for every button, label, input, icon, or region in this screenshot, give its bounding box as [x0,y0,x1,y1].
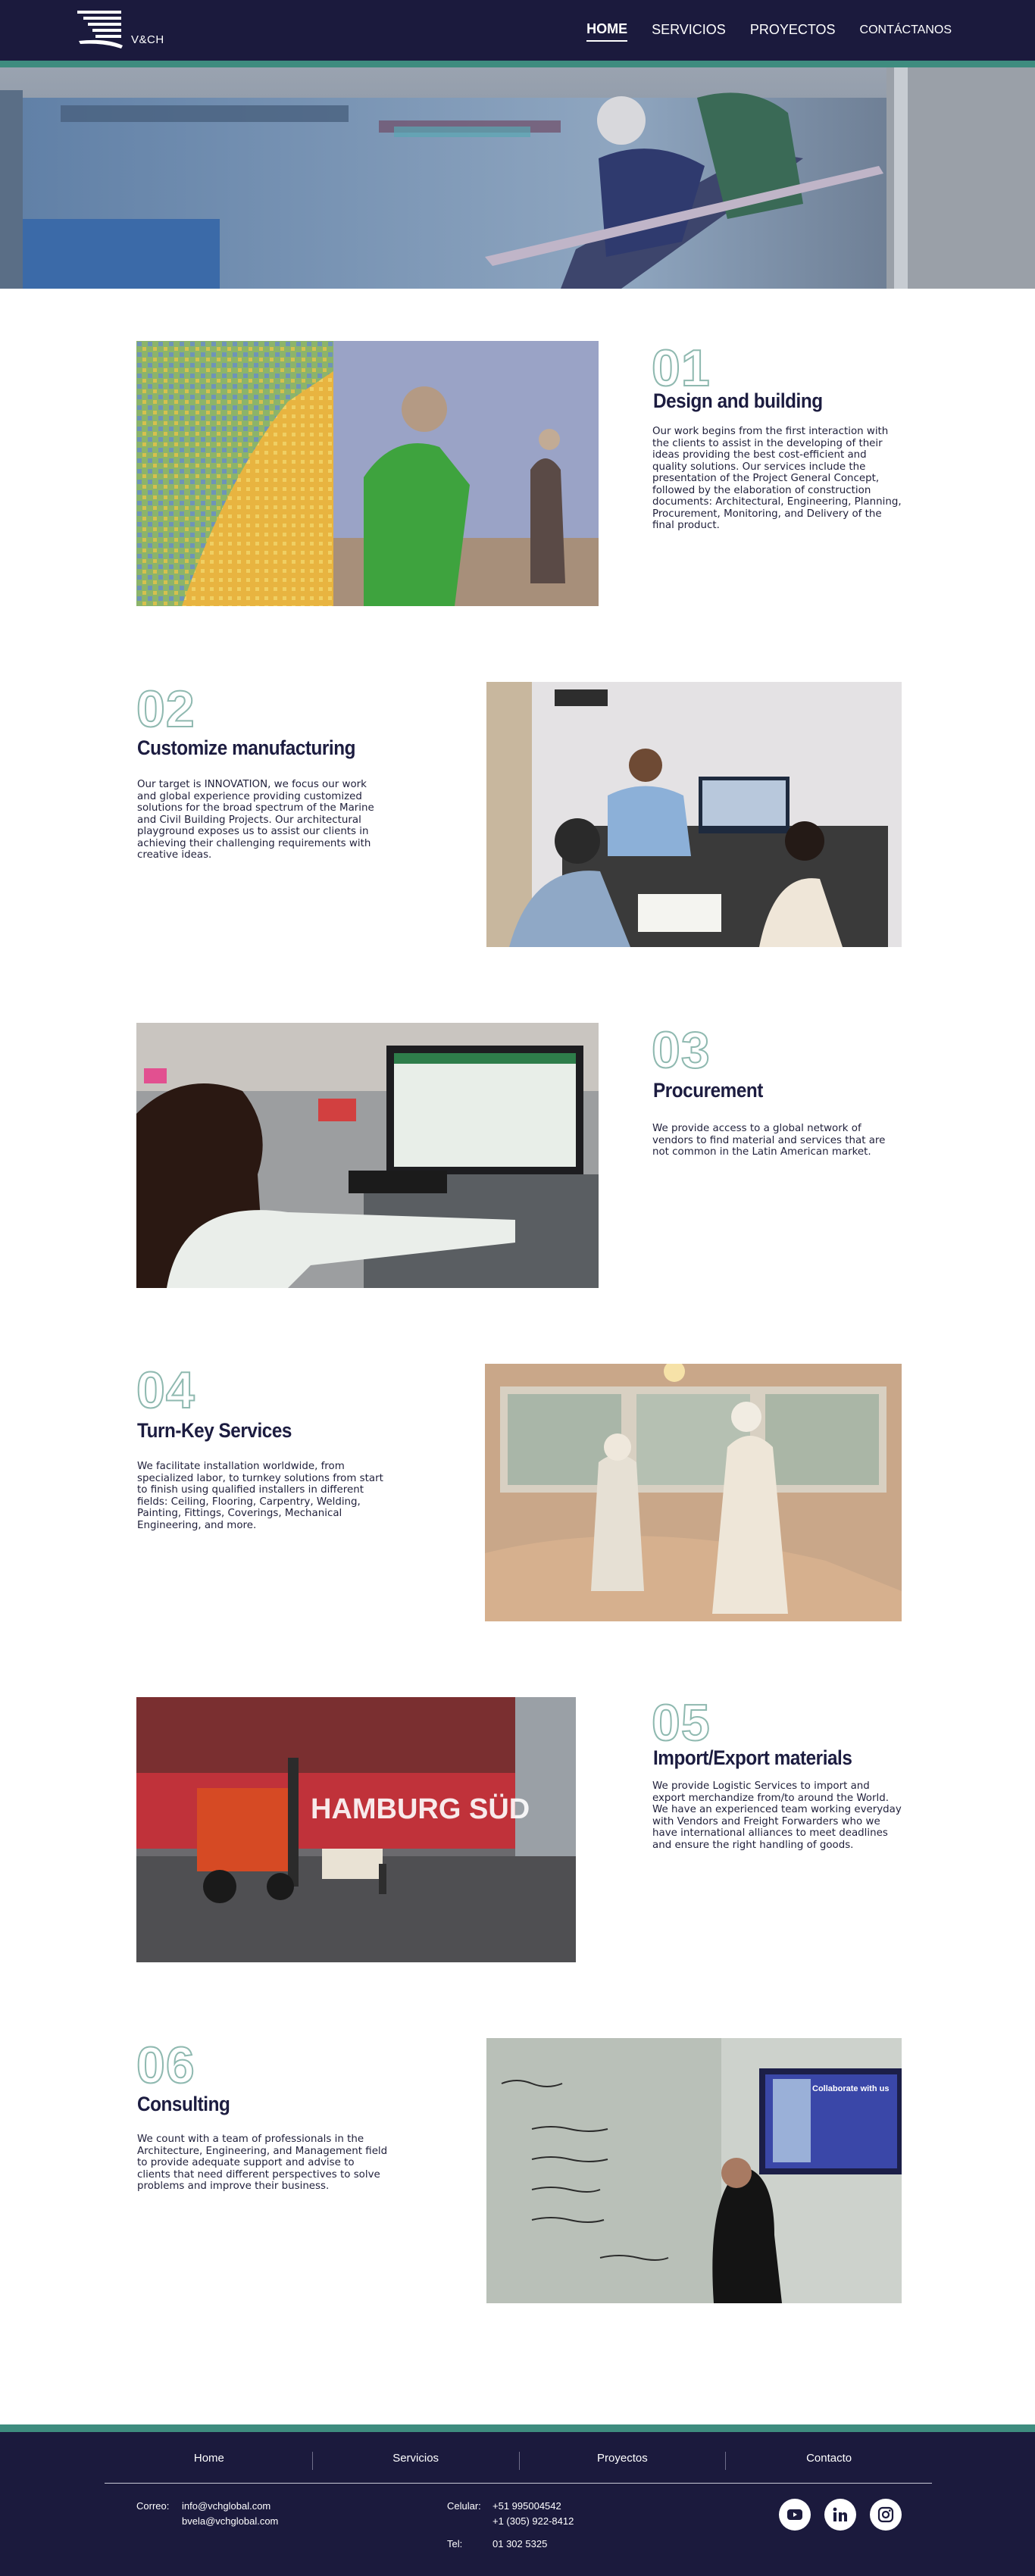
tel-label: Tel: [447,2538,463,2549]
phone-number[interactable]: +51 995004542 [492,2500,561,2512]
celular-label: Celular: [447,2500,481,2512]
logo-text: V&CH [131,33,164,46]
footer-accent-stripe [0,2424,1035,2432]
section-description: Our target is INNOVATION, we focus our w… [137,779,374,861]
nav-servicios[interactable]: SERVICIOS [652,22,726,41]
youtube-button[interactable] [779,2499,811,2531]
site-header: V&CH HOME SERVICIOS PROYECTOS CONTÁCTANO… [0,0,1035,61]
main-nav: HOME SERVICIOS PROYECTOS CONTÁCTANOS [586,21,952,42]
section-number: 03 [651,1021,711,1079]
section-title: Procurement [653,1079,763,1102]
header-accent-stripe [0,61,1035,67]
section-title: Design and building [653,389,823,412]
photo-forklift-port: HAMBURG SÜD [136,1697,576,1962]
phone-number[interactable]: +1 (305) 922-8412 [492,2515,574,2527]
section-title: Consulting [137,2093,230,2115]
email-link[interactable]: bvela@vchglobal.com [182,2515,278,2527]
footer-nav: Home Servicios Proyectos Contacto [106,2452,932,2471]
logo[interactable]: V&CH [76,8,174,55]
site-footer: Home Servicios Proyectos Contacto Correo… [0,2432,1035,2576]
instagram-button[interactable] [870,2499,902,2531]
section-number: 05 [651,1694,711,1752]
footer-nav-home[interactable]: Home [106,2452,312,2471]
photo-mosaic-worker [136,341,599,606]
tel-number[interactable]: 01 302 5325 [492,2538,547,2549]
container-text: HAMBURG SÜD [311,1793,530,1825]
section-number: 02 [136,680,195,738]
photo-workshop [485,1364,902,1621]
section-number: 04 [136,1361,195,1419]
nav-home[interactable]: HOME [586,21,628,42]
instagram-icon [877,2506,894,2523]
section-title: Import/Export materials [653,1746,852,1769]
youtube-icon [787,2509,802,2520]
nav-proyectos[interactable]: PROYECTOS [750,22,836,41]
footer-nav-servicios[interactable]: Servicios [313,2452,519,2471]
email-link[interactable]: info@vchglobal.com [182,2500,270,2512]
section-description: We facilitate installation worldwide, fr… [137,1461,383,1531]
section-number: 01 [651,339,711,397]
photo-meeting [486,682,902,947]
linkedin-icon [833,2507,847,2521]
section-title: Customize manufacturing [137,736,356,759]
hero-image [0,67,1035,289]
nav-contactanos[interactable]: CONTÁCTANOS [860,23,952,40]
photo-whiteboard: Collaborate with us [486,2038,902,2303]
footer-nav-contacto[interactable]: Contacto [726,2452,932,2471]
photo-office-computer [136,1023,599,1288]
section-description: Our work begins from the first interacti… [652,426,902,531]
linkedin-button[interactable] [824,2499,856,2531]
footer-divider [105,2483,932,2484]
section-description: We provide access to a global network of… [652,1123,886,1158]
whiteboard-title: Collaborate with us [812,2084,889,2093]
section-description: We count with a team of professionals in… [137,2134,388,2192]
footer-nav-proyectos[interactable]: Proyectos [520,2452,726,2471]
logo-mark [77,11,123,48]
section-number: 06 [136,2037,195,2094]
section-title: Turn-Key Services [137,1419,292,1442]
section-description: We provide Logistic Services to import a… [652,1780,902,1851]
correo-label: Correo: [136,2500,170,2512]
